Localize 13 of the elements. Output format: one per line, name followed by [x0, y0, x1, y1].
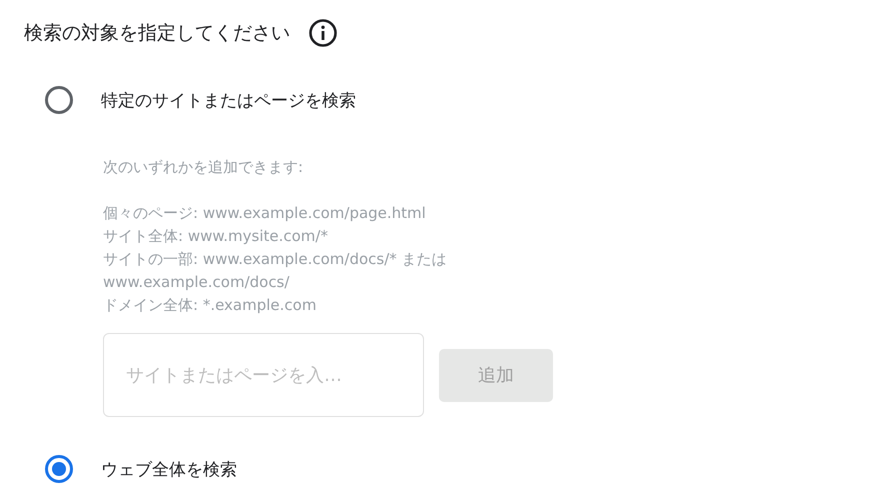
- option-label: 特定のサイトまたはページを検索: [101, 90, 356, 112]
- site-input-field[interactable]: サイトまたはページを入…: [103, 333, 424, 417]
- hint-text: 次のいずれかを追加できます:: [103, 157, 304, 178]
- radio-button[interactable]: [45, 86, 73, 114]
- hint-text: www.example.com/docs/: [103, 272, 290, 293]
- hint-text: ドメイン全体: *.example.com: [103, 295, 318, 316]
- hint-text: サイト全体: www.mysite.com/*: [103, 226, 329, 247]
- section-title: 検索の対象を指定してください: [24, 21, 290, 46]
- radio-button[interactable]: [45, 455, 73, 483]
- hint-text: サイトの一部: www.example.com/docs/* または: [103, 249, 448, 270]
- info-icon[interactable]: [308, 18, 338, 48]
- hint-text: 個々のページ: www.example.com/page.html: [103, 203, 427, 224]
- option-label: ウェブ全体を検索: [101, 458, 237, 480]
